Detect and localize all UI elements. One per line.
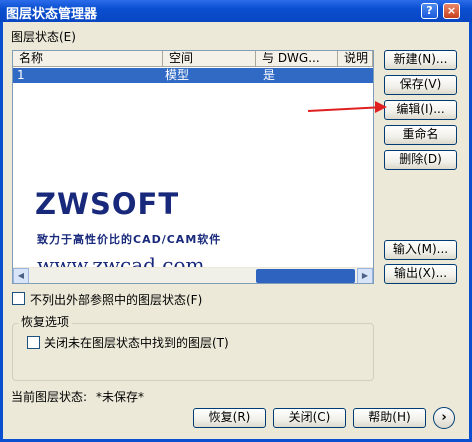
table-row[interactable]: 1 模型 是 [13, 68, 373, 83]
current-state-label: 当前图层状态: [11, 390, 88, 404]
row-same-as-dwg: 是 [263, 68, 276, 82]
annotation-arrow-icon [375, 101, 387, 113]
help-icon[interactable]: ? [421, 3, 438, 19]
help-button[interactable]: 帮助(H) [353, 408, 426, 428]
scroll-thumb[interactable] [256, 269, 355, 283]
delete-button[interactable]: 删除(D) [384, 150, 457, 170]
edit-button[interactable]: 编辑(I)... [384, 100, 457, 120]
layer-states-list[interactable]: 名称 空间 与 DWG... 说明 1 模型 是 ZWSOFT 致力于高性价比的… [12, 50, 374, 284]
more-options-icon[interactable]: › [433, 407, 455, 429]
close-layers-label[interactable]: 关闭未在图层状态中找到的图层(T) [44, 334, 229, 351]
new-button[interactable]: 新建(N)... [384, 50, 457, 70]
close-icon[interactable]: × [443, 3, 460, 19]
horizontal-scrollbar[interactable]: ◀ ▶ [13, 267, 373, 283]
import-button[interactable]: 输入(M)... [384, 240, 457, 260]
zwsoft-tagline: 致力于高性价比的CAD/CAM软件 [37, 233, 222, 246]
current-state-value: *未保存* [96, 390, 145, 404]
list-header: 名称 空间 与 DWG... 说明 [13, 51, 373, 67]
column-header-description[interactable]: 说明 [338, 51, 373, 67]
restore-options-title: 恢复选项 [18, 313, 73, 330]
restore-options-group [12, 323, 374, 381]
window-title: 图层状态管理器 [6, 7, 98, 22]
scroll-right-icon[interactable]: ▶ [357, 268, 373, 283]
save-button[interactable]: 保存(V) [384, 75, 457, 95]
exclude-xref-label[interactable]: 不列出外部参照中的图层状态(F) [30, 291, 202, 308]
export-button[interactable]: 输出(X)... [384, 264, 457, 284]
close-layers-checkbox[interactable] [27, 336, 40, 349]
column-header-name[interactable]: 名称 [13, 51, 163, 67]
scroll-left-icon[interactable]: ◀ [13, 268, 29, 283]
layer-states-label: 图层状态(E) [11, 30, 76, 44]
column-header-space[interactable]: 空间 [163, 51, 256, 67]
column-header-same-as-dwg[interactable]: 与 DWG... [256, 51, 338, 67]
rename-button[interactable]: 重命名 [384, 125, 457, 145]
close-button[interactable]: 关闭(C) [273, 408, 346, 428]
zwsoft-logo: ZWSOFT [35, 187, 180, 221]
title-bar[interactable]: 图层状态管理器 ? × [0, 0, 472, 22]
restore-button[interactable]: 恢复(R) [193, 408, 266, 428]
exclude-xref-checkbox[interactable] [12, 292, 25, 305]
row-space: 模型 [165, 68, 190, 82]
row-name: 1 [17, 68, 25, 82]
